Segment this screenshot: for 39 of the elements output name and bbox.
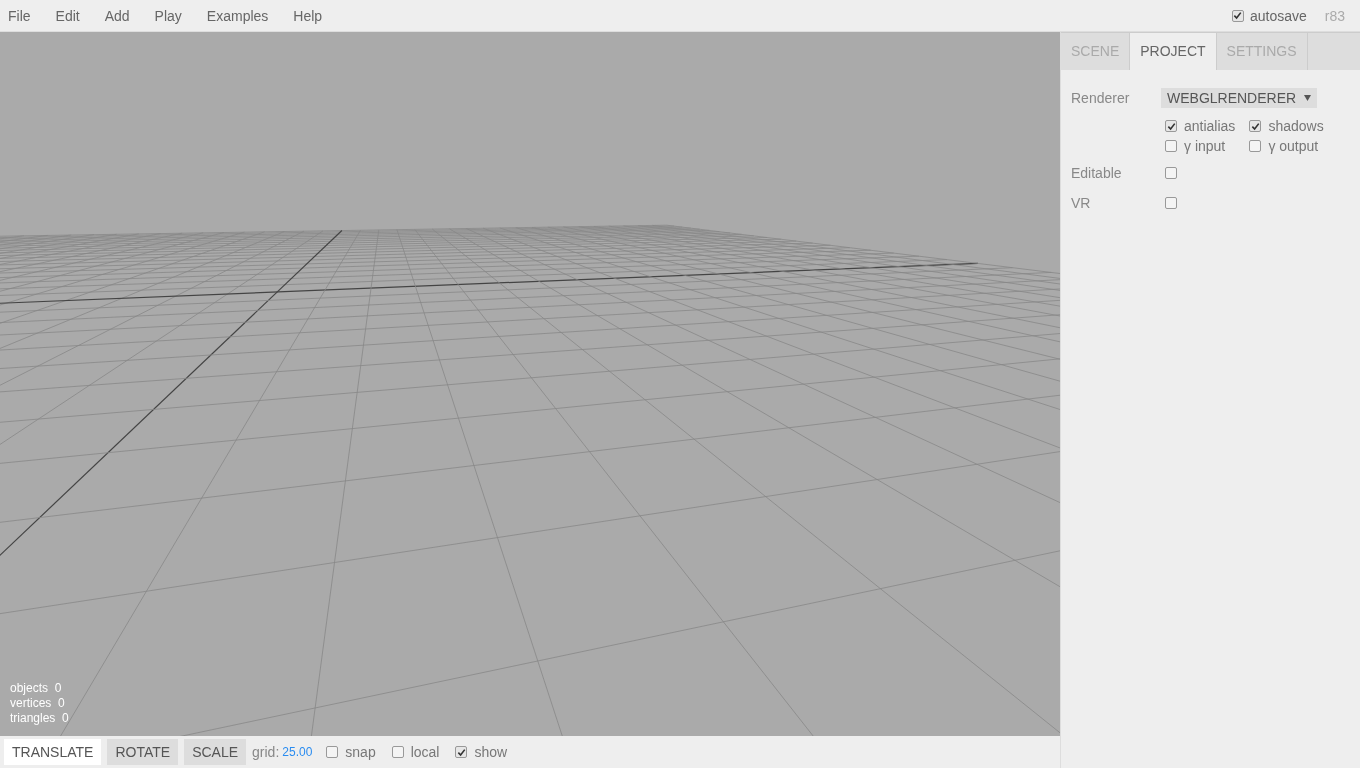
grid-label: grid: <box>252 744 280 760</box>
checkbox[interactable] <box>391 746 404 758</box>
option-label[interactable]: antialias <box>1184 118 1236 134</box>
menu-item[interactable]: Examples <box>206 7 269 24</box>
checkbox[interactable] <box>1249 140 1262 152</box>
info-text: triangles 0 <box>10 711 69 726</box>
menu-item[interactable]: Add <box>104 7 130 24</box>
caret-icon <box>1304 95 1312 101</box>
renderer-dropdown[interactable]: WEBGLRENDERER <box>1161 88 1318 108</box>
checkbox[interactable] <box>326 746 339 758</box>
option-label[interactable]: γ output <box>1268 138 1319 154</box>
setting-label: Editable <box>1071 164 1123 183</box>
mode-button[interactable]: ROTATE <box>107 739 179 765</box>
grid-value-field[interactable]: 25.00 <box>282 745 313 759</box>
version-label: r83 <box>1324 7 1345 24</box>
mode-button[interactable]: TRANSLATE <box>4 739 102 765</box>
checkbox[interactable] <box>1231 9 1244 22</box>
setting-label: VR <box>1071 194 1092 213</box>
renderer-label: Renderer <box>1071 89 1131 108</box>
mode-button[interactable]: SCALE <box>184 739 247 765</box>
menu-item[interactable]: Play <box>154 7 182 24</box>
checkbox[interactable] <box>455 746 468 758</box>
option-label[interactable]: local <box>410 744 440 760</box>
info-text: objects 0 <box>10 681 63 696</box>
checkbox[interactable] <box>1165 120 1177 132</box>
checkbox[interactable] <box>1165 167 1177 179</box>
sidebar-tab[interactable]: PROJECT <box>1130 33 1217 70</box>
option-label[interactable]: snap <box>345 744 376 760</box>
option-label[interactable]: γ input <box>1184 138 1226 154</box>
checkbox[interactable] <box>1165 140 1177 152</box>
menu-item[interactable]: File <box>8 7 31 24</box>
checkbox[interactable] <box>1165 197 1177 209</box>
option-label[interactable]: shadows <box>1268 118 1324 134</box>
option-label[interactable]: show <box>474 744 508 760</box>
menu-item[interactable]: Edit <box>55 7 80 24</box>
info-text: vertices 0 <box>10 696 66 711</box>
autosave-label[interactable]: autosave <box>1249 7 1307 24</box>
menu-item[interactable]: Help <box>293 7 323 24</box>
checkbox[interactable] <box>1249 120 1262 132</box>
